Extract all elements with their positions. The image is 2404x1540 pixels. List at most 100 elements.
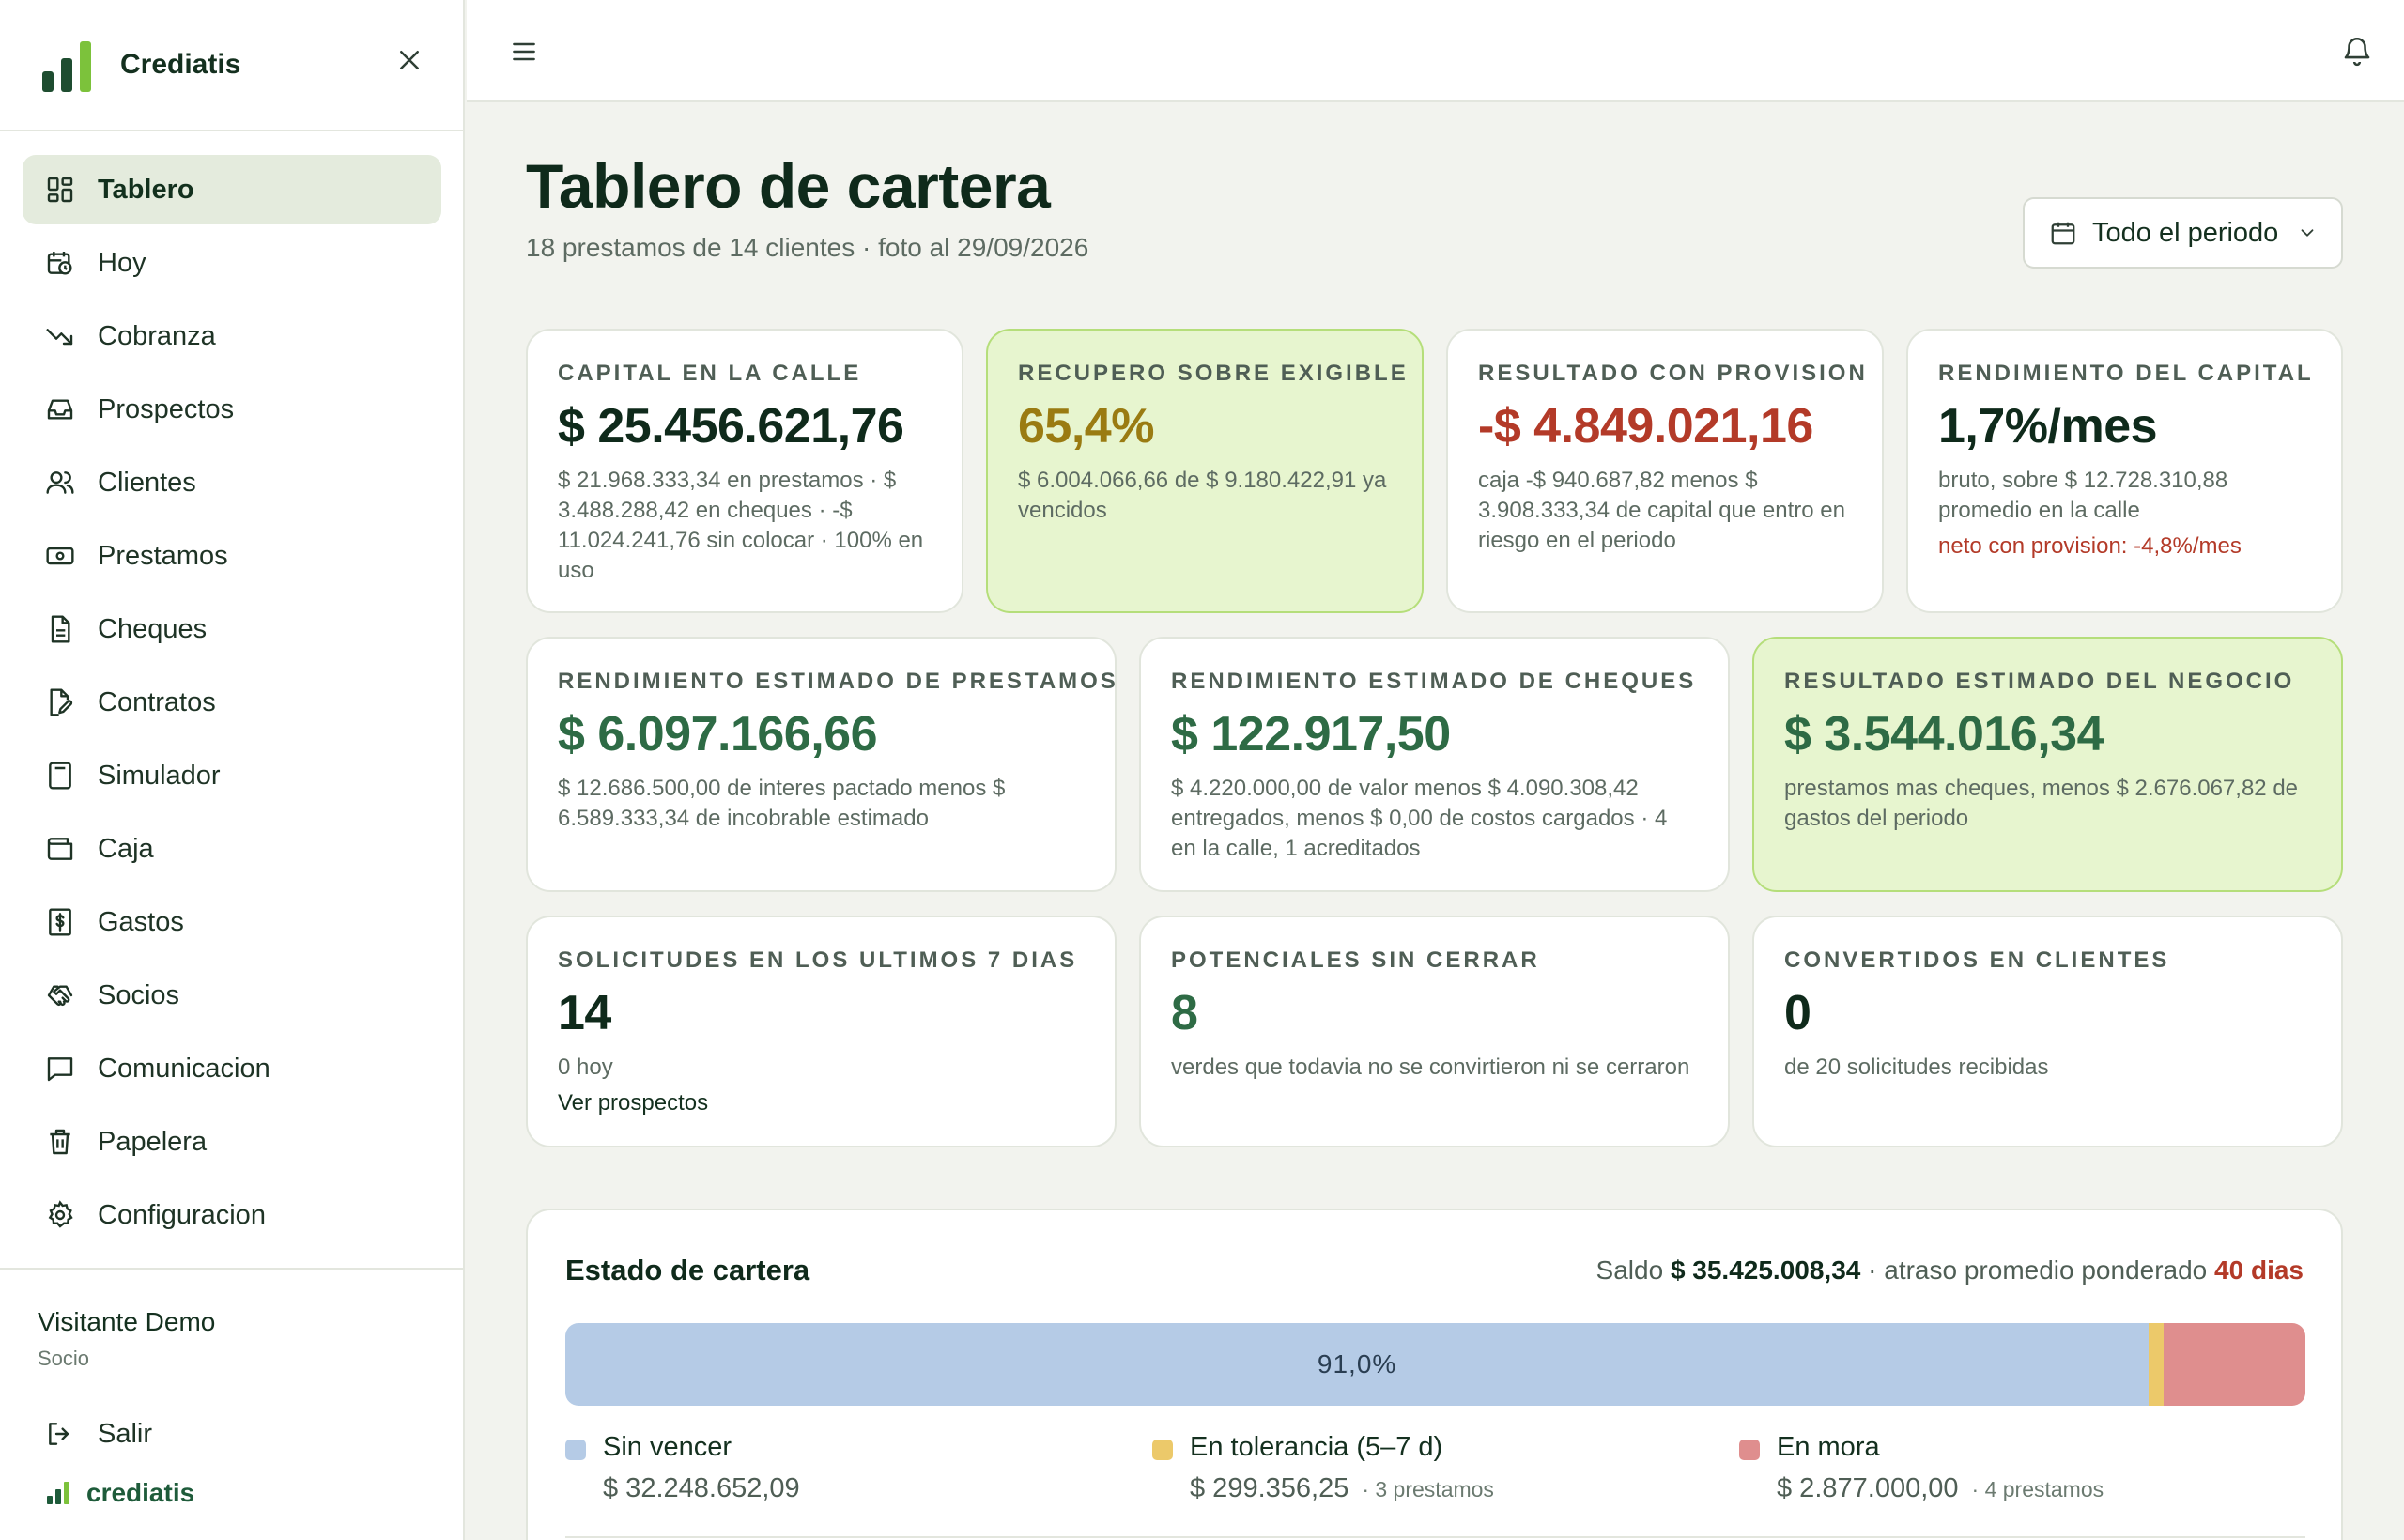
card-description: verdes que todavia no se convirtieron ni… [1171, 1055, 1690, 1080]
card-value: 0 [1784, 986, 1811, 1040]
bar-segment-mora [2163, 1323, 2305, 1406]
menu-button[interactable] [504, 32, 544, 71]
users-icon [46, 471, 74, 494]
card-value: $ 25.456.621,76 [558, 399, 904, 454]
sidebar-nav: Tablero Hoy Cobranza Prospectos Clientes… [23, 155, 441, 1254]
inbox-icon [47, 399, 73, 420]
legend-label: Sin vencer [603, 1432, 732, 1462]
notifications-button[interactable] [2336, 30, 2378, 71]
card-value: -$ 4.849.021,16 [1478, 399, 1813, 454]
bar-segment-tolerancia [2149, 1323, 2164, 1406]
crediatis-logo-icon [42, 41, 97, 92]
sidebar-item-comunicacion[interactable]: Comunicacion [23, 1034, 441, 1103]
card-rendimiento-cheques: Rendimiento estimado de cheques $ 122.91… [1139, 637, 1730, 892]
saldo-value: $ 35.425.008,34 [1670, 1255, 1861, 1285]
cartera-stacked-bar: 91,0% [565, 1323, 2305, 1406]
sidebar-item-label: Hoy [98, 247, 146, 278]
chevron-down-icon [2301, 229, 2314, 237]
sidebar-item-hoy[interactable]: Hoy [23, 228, 441, 298]
estado-title: Estado de cartera [565, 1254, 810, 1286]
card-label: Resultado con provision [1478, 361, 1868, 386]
card-solicitudes-7-dias: Solicitudes en los ultimos 7 dias 14 0 h… [526, 916, 1117, 1147]
card-value: 1,7%/mes [1938, 399, 2158, 454]
card-potenciales-sin-cerrar: Potenciales sin cerrar 8 verdes que toda… [1139, 916, 1730, 1147]
atraso-value: 40 dias [2214, 1255, 2304, 1285]
footer-brand: crediatis [86, 1478, 195, 1507]
message-square-icon [47, 1057, 73, 1082]
sidebar-footer: Visitante Demo Socio Salir crediatis [0, 1268, 465, 1507]
card-description: caja -$ 940.687,82 menos $ 3.908.333,34 … [1478, 468, 1845, 553]
card-label: Rendimiento estimado de prestamos [558, 669, 1118, 694]
logout-button[interactable]: Salir [23, 1401, 441, 1467]
card-convertidos-en-clientes: Convertidos en clientes 0 de 20 solicitu… [1752, 916, 2343, 1147]
sidebar-item-cheques[interactable]: Cheques [23, 594, 441, 664]
handshake-icon [47, 985, 73, 1007]
sidebar-item-papelera[interactable]: Papelera [23, 1107, 441, 1177]
sidebar-header: Crediatis [0, 0, 463, 131]
legend-swatch [565, 1440, 586, 1460]
page-subtitle: 18 prestamos de 14 clientes · foto al 29… [526, 233, 1089, 262]
period-select[interactable]: Todo el periodo [2023, 197, 2343, 269]
bar-segment-label: 91,0% [1317, 1349, 1397, 1378]
sidebar-item-tablero[interactable]: Tablero [23, 155, 441, 224]
sidebar-item-socios[interactable]: Socios [23, 961, 441, 1030]
sidebar-item-label: Caja [98, 833, 154, 864]
card-note: neto con provision: -4,8%/mes [1938, 533, 2242, 559]
estado-de-cartera-panel: Estado de cartera Saldo $ 35.425.008,34 … [526, 1209, 2343, 1540]
sidebar-item-contratos[interactable]: Contratos [23, 668, 441, 737]
sidebar-item-clientes[interactable]: Clientes [23, 448, 441, 517]
crediatis-mini-logo-icon [47, 1482, 73, 1504]
wallet-icon [47, 838, 73, 860]
sidebar-item-prospectos[interactable]: Prospectos [23, 375, 441, 444]
card-description: prestamos mas cheques, menos $ 2.676.067… [1784, 776, 2299, 831]
sidebar-item-label: Comunicacion [98, 1053, 270, 1084]
sidebar-item-configuracion[interactable]: Configuracion [23, 1180, 441, 1250]
sidebar-item-caja[interactable]: Caja [23, 814, 441, 884]
card-resultado-con-provision: Resultado con provision -$ 4.849.021,16 … [1446, 329, 1884, 613]
close-sidebar-button[interactable] [389, 39, 430, 81]
bell-icon [2344, 38, 2370, 67]
ver-prospectos-link[interactable]: Ver prospectos [558, 1090, 1085, 1116]
legend-amount-value: $ 2.877.000,00 [1777, 1473, 1959, 1503]
legend-amount: $ 2.877.000,00 · 4 prestamos [1777, 1473, 2104, 1504]
legend-amount-value: $ 299.356,25 [1190, 1473, 1349, 1503]
sidebar-item-cobranza[interactable]: Cobranza [23, 301, 441, 371]
user-name: Visitante Demo [38, 1307, 216, 1336]
sidebar-item-label: Cobranza [98, 320, 216, 351]
card-label: Potenciales sin cerrar [1171, 947, 1540, 973]
footer-logo: crediatis [47, 1478, 194, 1508]
saldo-prefix: Saldo [1595, 1255, 1664, 1285]
sidebar-item-simulador[interactable]: Simulador [23, 741, 441, 810]
sidebar-item-prestamos[interactable]: Prestamos [23, 521, 441, 591]
card-value: 8 [1171, 986, 1198, 1040]
sidebar-item-gastos[interactable]: Gastos [23, 887, 441, 957]
card-label: Rendimiento estimado de cheques [1171, 669, 1697, 694]
receipt-dollar-icon [49, 908, 71, 936]
divider [565, 1536, 2305, 1538]
legend-amount-value: $ 32.248.652,09 [603, 1473, 800, 1503]
card-label: Capital en la calle [558, 361, 862, 386]
file-signature-icon [50, 688, 73, 716]
close-icon [400, 51, 419, 69]
user-role: Socio [38, 1347, 90, 1370]
top-bar [467, 0, 2404, 102]
period-select-value: Todo el periodo [2092, 217, 2279, 248]
card-label: Solicitudes en los ultimos 7 dias [558, 947, 1078, 973]
card-description: $ 12.686.500,00 de interes pactado menos… [558, 776, 1006, 831]
calculator-icon [49, 762, 71, 790]
brand-name: Crediatis [120, 49, 241, 80]
sidebar-item-label: Contratos [98, 686, 216, 717]
legend-count: · 4 prestamos [1971, 1477, 2104, 1502]
card-description: de 20 solicitudes recibidas [1784, 1055, 2049, 1080]
card-recupero-sobre-exigible: Recupero sobre exigible 65,4% $ 6.004.06… [986, 329, 1424, 613]
sidebar-item-label: Clientes [98, 467, 196, 498]
legend-amount: $ 299.356,25 · 3 prestamos [1190, 1473, 1494, 1504]
card-label: Recupero sobre exigible [1018, 361, 1409, 386]
legend-amount: $ 32.248.652,09 [603, 1473, 800, 1504]
card-capital-en-la-calle: Capital en la calle $ 25.456.621,76 $ 21… [526, 329, 963, 613]
card-description: $ 6.004.066,66 de $ 9.180.422,91 ya venc… [1018, 468, 1387, 523]
logout-label: Salir [98, 1418, 153, 1449]
card-resultado-negocio: Resultado estimado del negocio $ 3.544.0… [1752, 637, 2343, 892]
card-value: $ 6.097.166,66 [558, 707, 878, 762]
sidebar-item-label: Configuracion [98, 1199, 266, 1230]
